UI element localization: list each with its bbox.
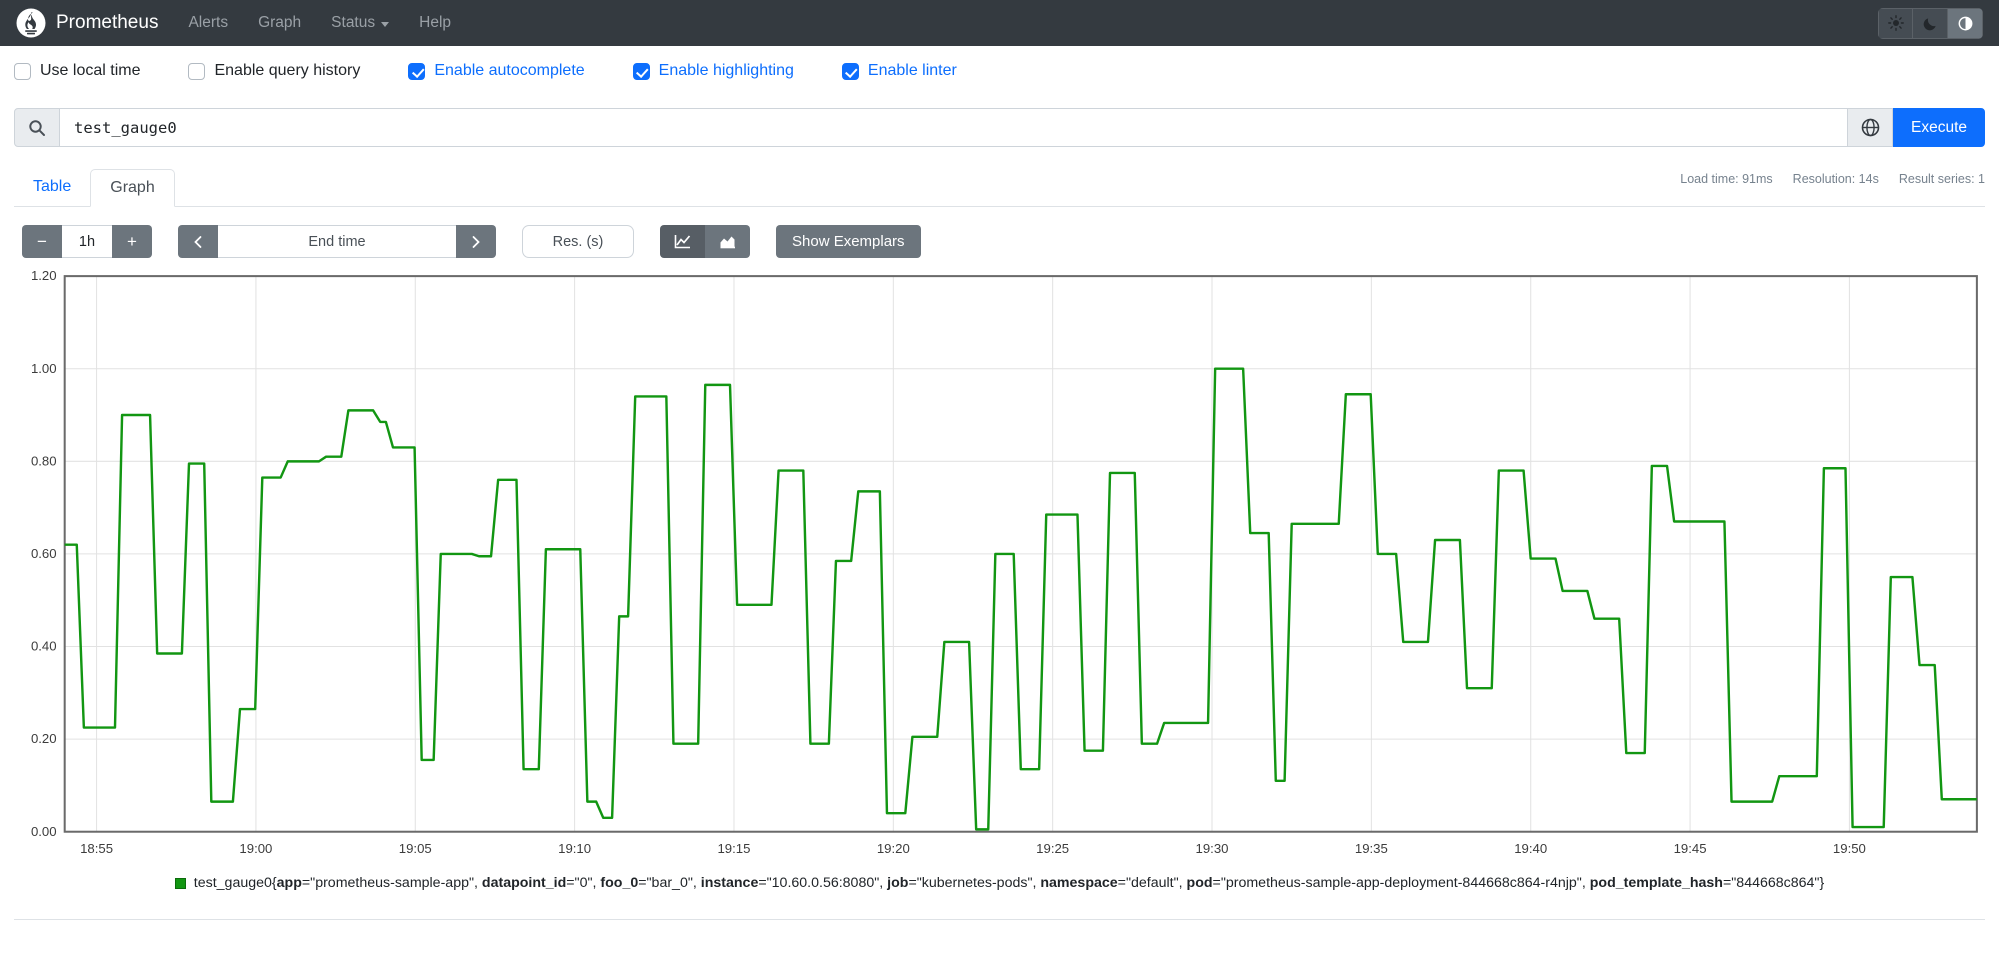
nav-links: Alerts Graph Status Help (188, 14, 451, 32)
svg-text:0.60: 0.60 (31, 546, 57, 561)
svg-text:19:20: 19:20 (877, 841, 910, 856)
chevron-right-icon (472, 235, 480, 248)
metrics-explorer-button[interactable] (1847, 108, 1893, 147)
option-enable-query-history[interactable]: Enable query history (188, 62, 360, 80)
svg-text:19:15: 19:15 (717, 841, 750, 856)
options-row: Use local time Enable query history Enab… (0, 46, 1999, 94)
nav-link-status[interactable]: Status (331, 14, 390, 32)
execute-button[interactable]: Execute (1893, 108, 1985, 147)
nav-link-help[interactable]: Help (419, 14, 451, 32)
theme-light-button[interactable] (1878, 7, 1913, 39)
checkbox-checked-icon (632, 62, 650, 80)
graph-controls: − + (22, 225, 1977, 258)
tabbar: Table Graph Load time: 91ms Resolution: … (14, 169, 1985, 207)
range-input[interactable] (62, 225, 112, 258)
brand-label: Prometheus (56, 12, 159, 33)
line-chart-icon (674, 235, 691, 249)
checkbox-checked-icon (841, 62, 859, 80)
svg-text:19:00: 19:00 (239, 841, 272, 856)
svg-text:0.80: 0.80 (31, 453, 57, 468)
moon-icon (1923, 17, 1936, 30)
prometheus-logo-icon (16, 8, 46, 38)
svg-text:19:50: 19:50 (1833, 841, 1866, 856)
line-chart-toggle[interactable] (660, 225, 705, 258)
checkbox-icon (14, 62, 31, 80)
svg-text:0.00: 0.00 (31, 824, 57, 839)
circle-half-icon (1958, 16, 1972, 30)
stacked-chart-icon (720, 236, 735, 249)
search-addon (14, 108, 60, 147)
chevron-down-icon (381, 21, 390, 27)
svg-text:19:25: 19:25 (1036, 841, 1069, 856)
sun-icon (1887, 15, 1904, 31)
query-stats: Load time: 91ms Resolution: 14s Result s… (1680, 169, 1985, 206)
query-input[interactable] (60, 108, 1847, 147)
stacked-chart-toggle[interactable] (705, 225, 750, 258)
time-back-button[interactable] (178, 225, 218, 258)
range-increase-button[interactable]: + (112, 225, 152, 258)
load-time-stat: Load time: 91ms (1680, 172, 1773, 186)
option-enable-autocomplete[interactable]: Enable autocomplete (408, 62, 585, 80)
result-series-stat: Result series: 1 (1898, 172, 1985, 186)
resolution-input[interactable] (522, 225, 634, 258)
show-exemplars-button[interactable]: Show Exemplars (776, 225, 921, 258)
time-forward-button[interactable] (456, 225, 496, 258)
navbar: Prometheus Alerts Graph Status Help (0, 0, 1999, 46)
series-label: test_gauge0{app="prometheus-sample-app",… (193, 875, 1825, 892)
chart-container: 0.00 0.20 0.40 0.60 0.80 1.00 1.20 18:55 19:00 19… (14, 268, 1985, 861)
endtime-group (178, 225, 496, 258)
svg-text:18:55: 18:55 (80, 841, 113, 856)
svg-text:19:10: 19:10 (558, 841, 591, 856)
range-decrease-button[interactable]: − (22, 225, 62, 258)
tab-table[interactable]: Table (14, 169, 90, 207)
svg-text:19:30: 19:30 (1196, 841, 1229, 856)
query-bar: Execute (14, 108, 1985, 147)
chevron-left-icon (194, 235, 202, 248)
graph-canvas[interactable]: 0.00 0.20 0.40 0.60 0.80 1.00 1.20 18:55 19:00 19… (14, 268, 1985, 861)
option-enable-highlighting[interactable]: Enable highlighting (632, 62, 794, 80)
theme-toggle-group (1878, 7, 1983, 39)
nav-link-graph[interactable]: Graph (258, 14, 301, 32)
svg-text:19:40: 19:40 (1514, 841, 1547, 856)
theme-dark-button[interactable] (1913, 7, 1948, 39)
theme-auto-button[interactable] (1948, 7, 1983, 39)
range-group: − + (22, 225, 152, 258)
svg-text:1.00: 1.00 (31, 361, 57, 376)
brand-link[interactable]: Prometheus (16, 8, 158, 38)
resolution-stat: Resolution: 14s (1792, 172, 1879, 186)
svg-text:0.40: 0.40 (31, 639, 57, 654)
globe-icon (1861, 118, 1879, 137)
series-swatch-icon (174, 878, 186, 890)
option-use-local-time[interactable]: Use local time (14, 62, 140, 80)
option-enable-linter[interactable]: Enable linter (841, 62, 957, 80)
svg-text:19:35: 19:35 (1355, 841, 1388, 856)
checkbox-icon (188, 62, 206, 80)
legend-item[interactable]: test_gauge0{app="prometheus-sample-app",… (44, 875, 1955, 891)
end-time-input[interactable] (218, 225, 456, 258)
search-icon (29, 119, 45, 136)
checkbox-checked-icon (408, 62, 426, 80)
query-panel: Table Graph Load time: 91ms Resolution: … (14, 169, 1985, 921)
nav-link-alerts[interactable]: Alerts (188, 14, 228, 32)
tab-graph[interactable]: Graph (90, 169, 175, 207)
svg-text:19:45: 19:45 (1674, 841, 1707, 856)
chart-type-group (660, 225, 750, 258)
svg-text:19:05: 19:05 (399, 841, 432, 856)
svg-text:1.20: 1.20 (31, 268, 57, 283)
svg-text:0.20: 0.20 (31, 731, 57, 746)
